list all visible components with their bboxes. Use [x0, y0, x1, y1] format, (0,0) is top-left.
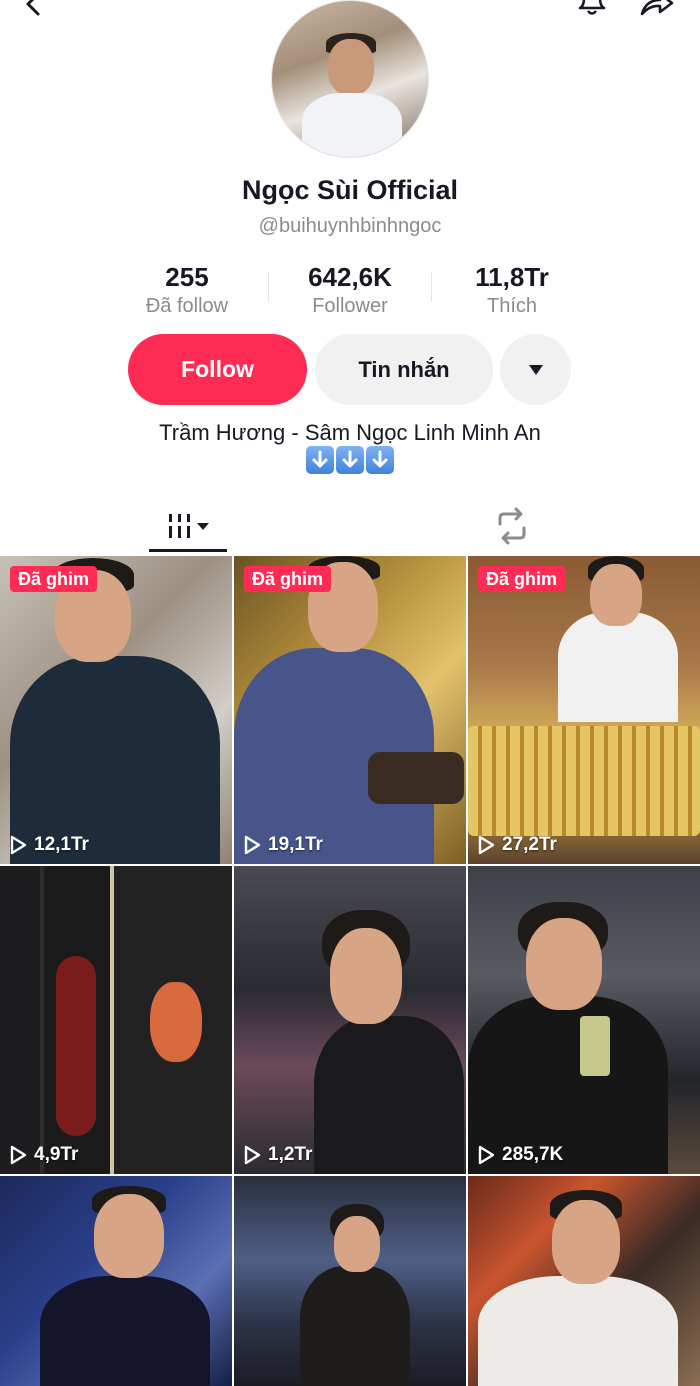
stat-following-value: 255 [165, 262, 209, 292]
caret-down-icon [528, 364, 543, 375]
video-image [0, 556, 232, 864]
tab-active-indicator [149, 549, 227, 552]
video-thumbnail[interactable]: 1,2Tr [234, 866, 466, 1174]
stat-likes-value: 11,8Tr [475, 262, 549, 292]
play-outline-icon [10, 835, 27, 855]
video-thumbnail[interactable] [234, 1176, 466, 1386]
repost-icon [498, 507, 526, 545]
down-arrow-icon [336, 446, 364, 474]
down-arrow-icon [366, 446, 394, 474]
view-count-value: 1,2Tr [268, 1144, 313, 1165]
view-count: 285,7K [476, 1144, 563, 1166]
video-image [234, 866, 466, 1174]
view-count: 19,1Tr [242, 834, 323, 856]
bell-icon[interactable] [574, 0, 610, 22]
more-options-button[interactable] [500, 334, 571, 405]
play-outline-icon [478, 1145, 495, 1165]
view-count-value: 12,1Tr [34, 834, 89, 855]
avatar-face [328, 39, 374, 95]
play-outline-icon [478, 835, 495, 855]
video-thumbnail[interactable]: Đã ghim 27,2Tr [468, 556, 700, 864]
video-thumbnail[interactable]: 285,7K [468, 866, 700, 1174]
view-count-value: 285,7K [502, 1144, 564, 1165]
view-count-value: 27,2Tr [502, 834, 557, 855]
video-thumbnail[interactable]: Đã ghim 12,1Tr [0, 556, 232, 864]
username: @buihuynhbinhngoc [258, 215, 442, 237]
video-grid: Đã ghim 12,1Tr Đã ghim 19,1Tr Đã ghim 27… [0, 556, 700, 1386]
view-count-value: 4,9Tr [34, 1144, 79, 1165]
stat-likes-label: Thích [486, 295, 538, 317]
video-thumbnail[interactable] [468, 1176, 700, 1386]
stat-following-label: Đã follow [145, 295, 229, 317]
bio-text: Trầm Hương - Sâm Ngọc Linh Minh An [159, 420, 541, 445]
video-thumbnail[interactable]: 4,9Tr [0, 866, 232, 1174]
grid-columns-icon [169, 514, 209, 538]
profile-stats: 255 Đã follow 642,6K Follower 11,8Tr Thí… [0, 262, 700, 322]
stat-followers-label: Follower [312, 295, 388, 317]
pinned-badge: Đã ghim [244, 566, 332, 592]
avatar-shirt [302, 93, 402, 157]
avatar[interactable] [271, 0, 429, 158]
pinned-badge: Đã ghim [478, 566, 566, 592]
video-image [234, 556, 466, 864]
chevron-left-icon[interactable] [18, 0, 48, 22]
video-thumbnail[interactable] [0, 1176, 232, 1386]
view-count: 27,2Tr [476, 834, 557, 856]
stat-following[interactable]: 255 Đã follow [107, 262, 267, 318]
play-outline-icon [10, 1145, 27, 1165]
tab-videos[interactable] [150, 500, 226, 552]
video-image [0, 1176, 232, 1386]
tab-reposts[interactable] [492, 506, 532, 546]
view-count: 1,2Tr [242, 1144, 312, 1166]
stat-divider [268, 272, 269, 302]
view-count-value: 19,1Tr [268, 834, 323, 855]
share-arrow-icon[interactable] [636, 0, 676, 22]
video-image [468, 556, 700, 864]
video-image [468, 866, 700, 1174]
stat-likes[interactable]: 11,8Tr Thích [432, 262, 592, 318]
display-name: Ngọc Sùi Official [241, 175, 459, 205]
video-image [468, 1176, 700, 1386]
profile-tabs [0, 500, 700, 556]
pinned-badge: Đã ghim [10, 566, 98, 592]
stat-followers-value: 642,6K [308, 262, 392, 292]
bio-emoji [0, 446, 700, 474]
down-arrow-icon [306, 446, 334, 474]
video-image [0, 866, 232, 1174]
stat-followers[interactable]: 642,6K Follower [270, 262, 430, 318]
video-image [234, 1176, 466, 1386]
view-count: 4,9Tr [8, 1144, 78, 1166]
view-count: 12,1Tr [8, 834, 89, 856]
video-thumbnail[interactable]: Đã ghim 19,1Tr [234, 556, 466, 864]
play-outline-icon [244, 835, 261, 855]
message-button[interactable]: Tin nhắn [315, 334, 493, 405]
play-outline-icon [244, 1145, 261, 1165]
follow-button[interactable]: Follow [128, 334, 307, 405]
